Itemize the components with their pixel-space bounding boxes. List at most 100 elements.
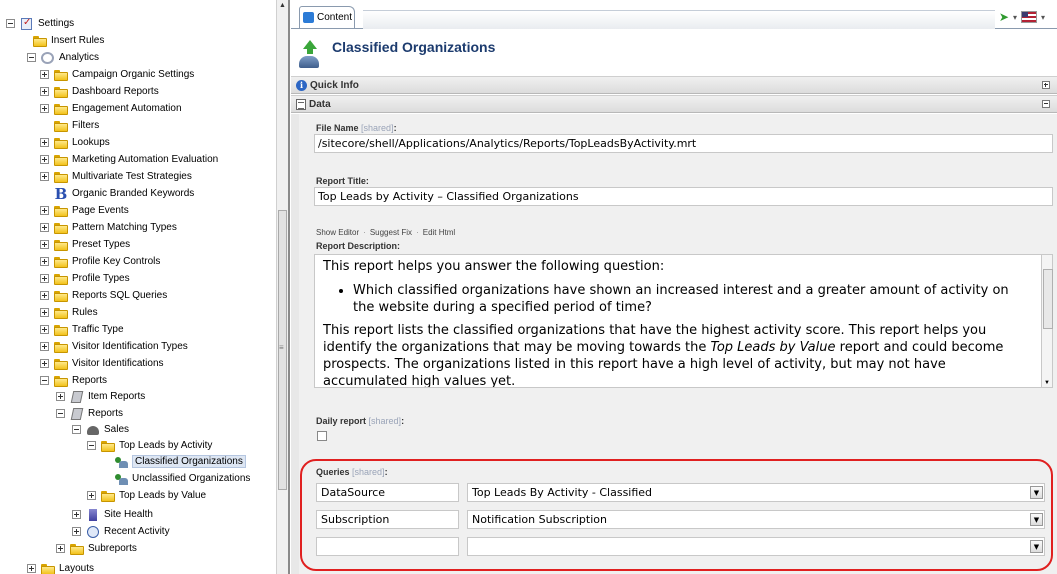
tree-node-multivariate[interactable]: Multivariate Test Strategies — [40, 168, 192, 185]
tree-node-visitor-ids[interactable]: Visitor Identifications — [40, 355, 164, 372]
tree-node-top-leads-activity[interactable]: Top Leads by Activity — [87, 437, 212, 454]
tree-node-preset[interactable]: Preset Types — [40, 236, 130, 253]
folder-icon — [69, 542, 85, 556]
tree-node-subreports[interactable]: Subreports — [56, 540, 137, 557]
collapse-icon[interactable] — [72, 425, 81, 434]
collapse-icon[interactable] — [27, 53, 36, 62]
dropdown-arrow-icon[interactable]: ▼ — [1030, 486, 1043, 499]
section-quick-info[interactable]: i Quick Info — [291, 76, 1057, 94]
scroll-up-icon[interactable]: ▲ — [279, 2, 286, 9]
tree-node-analytics[interactable]: Analytics — [27, 49, 99, 66]
tree-node-reports-sql[interactable]: Reports SQL Queries — [40, 287, 167, 304]
tree-node-campaign[interactable]: Campaign Organic Settings — [40, 66, 194, 83]
expand-icon[interactable] — [72, 527, 81, 536]
tree-node-engagement[interactable]: Engagement Automation — [40, 100, 182, 117]
tree-node-reports[interactable]: Reports — [40, 372, 107, 389]
tree-node-traffic[interactable]: Traffic Type — [40, 321, 124, 338]
tree-node-visitor-id-types[interactable]: Visitor Identification Types — [40, 338, 188, 355]
tree-node-pattern[interactable]: Pattern Matching Types — [40, 219, 177, 236]
folder-icon — [53, 255, 69, 269]
folder-icon — [53, 289, 69, 303]
tree-node-profile-types[interactable]: Profile Types — [40, 270, 130, 287]
query-select[interactable]: Top Leads By Activity - Classified ▼ — [467, 483, 1045, 502]
expand-icon[interactable] — [40, 291, 49, 300]
tree-node-reports-sub[interactable]: Reports — [56, 405, 123, 422]
show-editor-link[interactable]: Show Editor — [316, 228, 359, 237]
tree-node-layouts[interactable]: Layouts — [27, 560, 94, 574]
edit-html-link[interactable]: Edit Html — [423, 228, 455, 237]
expand-icon[interactable] — [40, 155, 49, 164]
tree-node-filters[interactable]: Filters — [53, 117, 99, 134]
folder-icon — [53, 68, 69, 82]
report-title-field[interactable]: Top Leads by Activity – Classified Organ… — [314, 187, 1053, 206]
report-description-editor[interactable]: This report helps you answer the followi… — [314, 254, 1042, 388]
expand-icon[interactable] — [40, 104, 49, 113]
panel-splitter[interactable] — [288, 0, 290, 574]
tree-node-page-events[interactable]: Page Events — [40, 202, 129, 219]
suggest-fix-link[interactable]: Suggest Fix — [370, 228, 412, 237]
expand-icon[interactable] — [40, 70, 49, 79]
tree-node-top-leads-value[interactable]: Top Leads by Value — [87, 487, 206, 504]
file-name-field[interactable]: /sitecore/shell/Applications/Analytics/R… — [314, 134, 1053, 153]
tree-node-unclassified-orgs[interactable]: Unclassified Organizations — [113, 470, 250, 487]
query-name-field[interactable]: DataSource — [316, 483, 459, 502]
tab-content[interactable]: Content — [299, 6, 355, 28]
tree-node-site-health[interactable]: Site Health — [72, 506, 153, 523]
expand-icon[interactable] — [72, 510, 81, 519]
tree-node-dashboard[interactable]: Dashboard Reports — [40, 83, 159, 100]
navigate-arrow-icon[interactable]: ➤ — [999, 10, 1009, 24]
language-flag-icon[interactable] — [1020, 11, 1037, 23]
collapse-icon[interactable] — [6, 19, 15, 28]
expand-icon[interactable] — [40, 240, 49, 249]
query-name-field[interactable]: Subscription — [316, 510, 459, 529]
expand-icon[interactable] — [40, 172, 49, 181]
tree-node-sales[interactable]: Sales — [72, 421, 129, 438]
tree-node-recent-activity[interactable]: Recent Activity — [72, 523, 170, 540]
expand-icon[interactable] — [40, 274, 49, 283]
expand-icon[interactable] — [40, 359, 49, 368]
expand-icon[interactable] — [56, 392, 65, 401]
tree-node-profile-key[interactable]: Profile Key Controls — [40, 253, 160, 270]
collapse-icon[interactable] — [56, 409, 65, 418]
daily-report-checkbox[interactable] — [317, 431, 327, 441]
chevron-down-icon[interactable]: ▾ — [1041, 13, 1045, 22]
expand-icon[interactable] — [87, 491, 96, 500]
query-name-field[interactable] — [316, 537, 459, 556]
expand-icon[interactable] — [40, 342, 49, 351]
dropdown-arrow-icon[interactable]: ▼ — [1030, 540, 1043, 553]
expand-icon[interactable] — [40, 308, 49, 317]
folder-icon — [100, 489, 116, 503]
expand-icon[interactable] — [40, 223, 49, 232]
expand-icon[interactable] — [1042, 81, 1050, 89]
section-data[interactable]: Data — [291, 95, 1057, 113]
folder-icon — [53, 85, 69, 99]
query-select[interactable]: ▼ — [467, 537, 1045, 556]
tree-node-organic[interactable]: B Organic Branded Keywords — [53, 185, 195, 202]
dropdown-arrow-icon[interactable]: ▼ — [1030, 513, 1043, 526]
folder-icon — [53, 323, 69, 337]
tree-node-rules[interactable]: Rules — [40, 304, 98, 321]
expand-icon[interactable] — [40, 138, 49, 147]
tree-node-marketing[interactable]: Marketing Automation Evaluation — [40, 151, 218, 168]
tree-scrollbar[interactable]: ▲ ≡ — [276, 0, 288, 574]
description-scrollbar[interactable]: ▼ — [1041, 254, 1053, 388]
chevron-down-icon[interactable]: ▾ — [1013, 13, 1017, 22]
scroll-down-icon[interactable]: ▼ — [1044, 380, 1050, 386]
collapse-icon[interactable] — [1042, 100, 1050, 108]
tree-node-lookups[interactable]: Lookups — [40, 134, 110, 151]
tree-node-item-reports[interactable]: Item Reports — [56, 388, 145, 405]
expand-icon[interactable] — [40, 87, 49, 96]
expand-icon[interactable] — [56, 544, 65, 553]
scrollbar-thumb[interactable] — [1043, 269, 1053, 329]
expand-icon[interactable] — [40, 257, 49, 266]
tree-node-insert-rules[interactable]: Insert Rules — [32, 32, 104, 49]
query-select[interactable]: Notification Subscription ▼ — [467, 510, 1045, 529]
collapse-icon[interactable] — [87, 441, 96, 450]
expand-icon[interactable] — [27, 564, 36, 573]
collapse-icon[interactable] — [40, 376, 49, 385]
organization-icon — [113, 472, 129, 486]
tree-node-classified-orgs[interactable]: Classified Organizations — [113, 453, 246, 470]
expand-icon[interactable] — [40, 325, 49, 334]
expand-icon[interactable] — [40, 206, 49, 215]
tree-node-settings[interactable]: Settings — [6, 15, 74, 32]
